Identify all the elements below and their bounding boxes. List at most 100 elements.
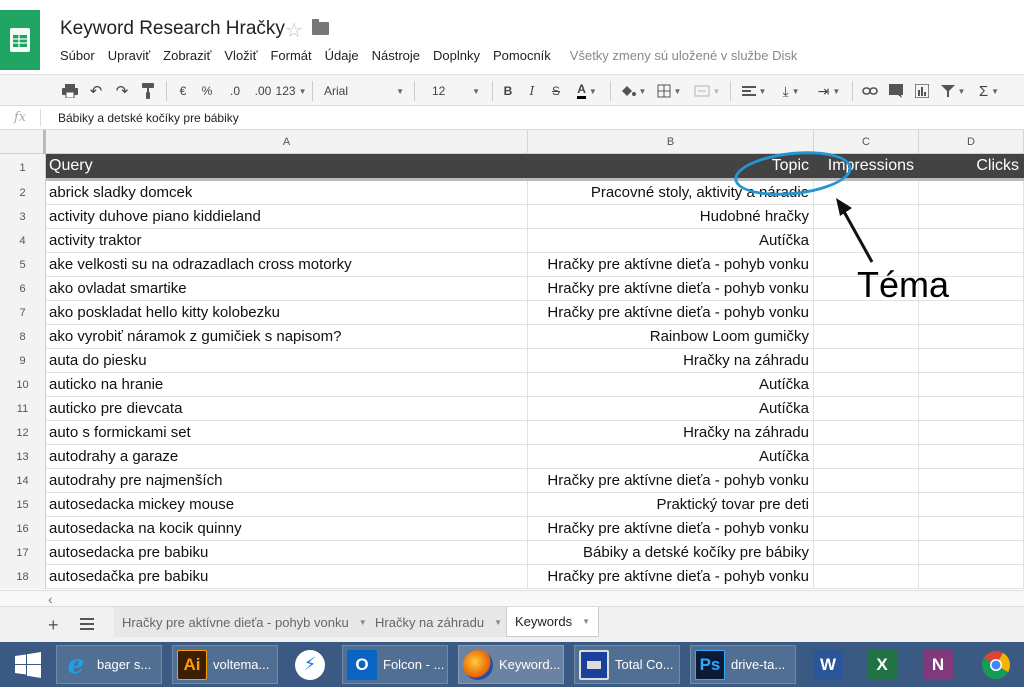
taskbar-item-outlook[interactable]: O Folcon - ... [342,645,448,684]
cell-query[interactable]: ake velkosti su na odrazadlach cross mot… [46,253,528,276]
print-icon[interactable] [60,81,80,101]
cell-clicks[interactable] [919,565,1024,588]
sheet-tab-keywords[interactable]: Keywords ▼ [506,607,599,637]
cell-query[interactable]: ako poskladat hello kitty kolobezku [46,301,528,324]
row-header[interactable]: 2 [0,181,46,205]
row-header[interactable]: 13 [0,445,46,469]
taskbar-item-illustrator[interactable]: Ai voltema... [172,645,278,684]
cell-topic[interactable]: Autíčka [528,229,814,252]
row-header[interactable]: 18 [0,565,46,589]
row-header[interactable]: 12 [0,421,46,445]
taskbar-item-firefox[interactable]: Keyword... [458,645,564,684]
cell-query[interactable]: autosedacka mickey mouse [46,493,528,516]
sheet-list-icon[interactable] [80,618,94,630]
cell-topic[interactable]: Autíčka [528,373,814,396]
sheet-tab-outdoor[interactable]: Hračky pre aktívne dieťa - pohyb vonku ▼ [114,607,376,637]
cell-clicks[interactable] [919,541,1024,564]
cell-clicks[interactable] [919,373,1024,396]
row-header[interactable]: 1 [0,154,46,181]
cell-clicks[interactable] [919,493,1024,516]
cell-topic[interactable]: Hračky na záhradu [528,421,814,444]
cell-clicks[interactable] [919,229,1024,252]
menu-format[interactable]: Formát [270,48,311,63]
cell-query[interactable]: auto s formickami set [46,421,528,444]
menu-view[interactable]: Zobraziť [163,48,211,63]
row-header[interactable]: 5 [0,253,46,277]
windows-start-icon[interactable] [8,645,48,684]
cell-topic[interactable]: Hračky pre aktívne dieťa - pohyb vonku [528,301,814,324]
cell-impressions[interactable] [814,517,919,540]
redo-icon[interactable]: ↷ [112,81,132,101]
filter-button[interactable]: ▼ [938,81,968,101]
cell-impressions[interactable] [814,445,919,468]
taskbar-item-lightning[interactable]: ⚡ [288,645,332,684]
row-header[interactable]: 8 [0,325,46,349]
taskbar-item-word[interactable]: W [808,645,848,684]
column-header-d[interactable]: D [919,130,1024,154]
column-header-b[interactable]: B [528,130,814,154]
cell-impressions[interactable] [814,373,919,396]
cell-impressions[interactable] [814,541,919,564]
font-family-select[interactable]: Arial ▼ [320,81,408,101]
menu-insert[interactable]: Vložiť [224,48,257,63]
cell-topic[interactable]: Autíčka [528,445,814,468]
cell-query[interactable]: autodrahy pre najmenších [46,469,528,492]
cell-clicks[interactable] [919,205,1024,228]
horizontal-scrollbar[interactable]: ‹ [0,590,1024,607]
italic-button[interactable]: I [524,81,540,101]
taskbar-item-chrome[interactable] [976,645,1016,684]
cell-clicks[interactable] [919,397,1024,420]
taskbar-item-ie[interactable]: e bager s... [56,645,162,684]
cell-topic[interactable]: Praktický tovar pre deti [528,493,814,516]
text-wrap-button[interactable]: ⇥ ▼ [812,81,846,101]
cell-query[interactable]: activity duhove piano kiddieland [46,205,528,228]
row-header[interactable]: 11 [0,397,46,421]
cell-topic[interactable]: Hračky pre aktívne dieťa - pohyb vonku [528,565,814,588]
cell-impressions[interactable] [814,565,919,588]
bold-button[interactable]: B [500,81,516,101]
cell-query[interactable]: autosedacka na kocik quinny [46,517,528,540]
taskbar-item-total-commander[interactable]: Total Co... [574,645,680,684]
functions-button[interactable]: Σ ▼ [974,81,1004,101]
horizontal-align-button[interactable]: ▼ [738,81,770,101]
row-header[interactable]: 6 [0,277,46,301]
cell-query[interactable]: autodrahy a garaze [46,445,528,468]
cell-topic[interactable]: Rainbow Loom gumičky [528,325,814,348]
undo-icon[interactable]: ↶ [86,81,106,101]
column-header-c[interactable]: C [814,130,919,154]
sheet-tab-garden[interactable]: Hračky na záhradu ▼ [367,607,512,637]
menu-help[interactable]: Pomocník [493,48,551,63]
menu-data[interactable]: Údaje [325,48,359,63]
cell-impressions[interactable] [814,469,919,492]
insert-link-icon[interactable] [860,81,880,101]
cell-impressions[interactable] [814,349,919,372]
row-header[interactable]: 16 [0,517,46,541]
cell-impressions[interactable] [814,397,919,420]
cell-clicks[interactable] [919,325,1024,348]
currency-format-button[interactable]: € [174,81,192,101]
formula-input[interactable]: Bábiky a detské kočíky pre bábiky [58,111,239,125]
header-cell-clicks[interactable]: Clicks [919,154,1024,178]
menu-tools[interactable]: Nástroje [372,48,420,63]
cell-topic[interactable]: Hračky pre aktívne dieťa - pohyb vonku [528,253,814,276]
percent-format-button[interactable]: % [198,81,216,101]
chevron-left-icon[interactable]: ‹ [48,591,53,607]
chevron-down-icon[interactable]: ▼ [359,618,367,627]
taskbar-item-photoshop[interactable]: Ps drive-ta... [690,645,796,684]
cell-query[interactable]: auticko pre dievcata [46,397,528,420]
taskbar-item-excel[interactable]: X [862,645,902,684]
row-header[interactable]: 17 [0,541,46,565]
cell-clicks[interactable] [919,445,1024,468]
cell-query[interactable]: auta do piesku [46,349,528,372]
menu-addons[interactable]: Doplnky [433,48,480,63]
cell-topic[interactable]: Hračky pre aktívne dieťa - pohyb vonku [528,277,814,300]
decrease-decimals-button[interactable]: .0 [222,81,248,101]
cell-impressions[interactable] [814,325,919,348]
row-header[interactable]: 15 [0,493,46,517]
row-header[interactable]: 7 [0,301,46,325]
header-cell-query[interactable]: Query [46,154,528,178]
menu-edit[interactable]: Upraviť [108,48,150,63]
menu-file[interactable]: Súbor [60,48,95,63]
paint-format-icon[interactable] [138,81,158,101]
select-all-corner[interactable] [0,130,46,154]
